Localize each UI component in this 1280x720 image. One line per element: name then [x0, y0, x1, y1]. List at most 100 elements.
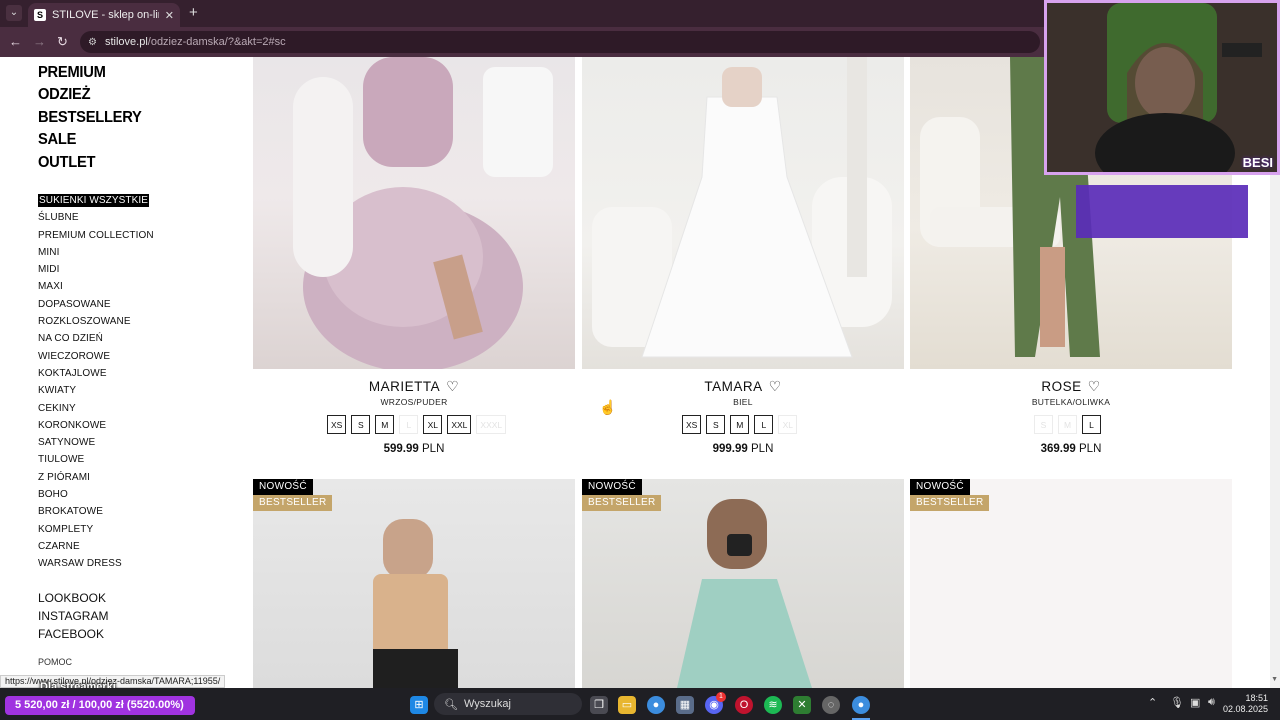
category-item[interactable]: MINI: [38, 244, 154, 261]
category-item[interactable]: WIECZOROWE: [38, 348, 154, 365]
product-color: BIEL: [733, 397, 753, 407]
size-option[interactable]: L: [1082, 415, 1101, 434]
category-item[interactable]: Z PIÓRAMI: [38, 469, 154, 486]
network-icon[interactable]: ▣: [1190, 696, 1200, 709]
category-item[interactable]: PREMIUM COLLECTION: [38, 227, 154, 244]
category-item[interactable]: KWIATY: [38, 382, 154, 399]
sidebar-item-odziez[interactable]: ODZIEŻ: [38, 84, 142, 106]
wishlist-heart-icon[interactable]: ♡: [446, 378, 459, 394]
size-option-unavailable: L: [399, 415, 419, 434]
help-link[interactable]: POMOC: [38, 657, 72, 667]
product-name-text: ROSE: [1041, 379, 1082, 394]
category-item[interactable]: BOHO: [38, 486, 154, 503]
category-item[interactable]: KORONKOWE: [38, 417, 154, 434]
product-name-marietta[interactable]: MARIETTA ♡: [253, 378, 575, 395]
tab-title: STILOVE - sklep on-line: [52, 9, 159, 21]
taskbar-clock[interactable]: 18:51 02.08.2025: [1223, 693, 1268, 715]
category-item[interactable]: KOKTAJLOWE: [38, 365, 154, 382]
price-currency: PLN: [1079, 443, 1102, 455]
windows-start-icon[interactable]: ⊞: [410, 696, 428, 714]
tab-close-icon[interactable]: ✕: [165, 9, 174, 22]
volume-icon[interactable]: 🔊︎: [1208, 696, 1215, 709]
size-option[interactable]: XL: [423, 415, 443, 434]
browser-tab[interactable]: S STILOVE - sklep on-line ✕: [28, 3, 180, 27]
product-name-text: TAMARA: [704, 379, 763, 394]
discord-notification-badge: 1: [716, 692, 726, 702]
size-option[interactable]: XS: [682, 415, 702, 434]
size-option[interactable]: M: [730, 415, 750, 434]
chrome-icon[interactable]: ●: [647, 696, 665, 714]
chrome-active-icon[interactable]: ●: [852, 696, 870, 714]
badge-new: NOWOŚĆ: [253, 479, 313, 495]
product-price: 599.99 PLN: [253, 443, 575, 455]
price-value: 999.99: [712, 443, 748, 455]
badge-new: NOWOŚĆ: [910, 479, 970, 495]
taskbar-search[interactable]: 🔍︎ Wyszukaj: [434, 693, 582, 715]
file-explorer-icon[interactable]: ▭: [618, 696, 636, 714]
size-option[interactable]: XXL: [447, 415, 472, 434]
spotify-icon[interactable]: ≋: [764, 696, 782, 714]
sidebar-item-outlet[interactable]: OUTLET: [38, 152, 142, 174]
search-icon: 🔍︎: [444, 698, 458, 711]
sidebar-main-nav: PREMIUM ODZIEŻ BESTSELLERY SALE OUTLET: [38, 62, 151, 174]
size-option[interactable]: XS: [327, 415, 347, 434]
new-tab-plus-icon[interactable]: +: [189, 5, 198, 21]
product-price: 369.99 PLN: [910, 443, 1232, 455]
clock-time: 18:51: [1245, 693, 1268, 703]
category-item[interactable]: CEKINY: [38, 400, 154, 417]
forward-arrow-icon[interactable]: →: [33, 33, 46, 51]
sidebar-categories: SUKIENKI WSZYSTKIE ŚLUBNE PREMIUM COLLEC…: [38, 192, 154, 573]
size-option-unavailable: S: [1034, 415, 1053, 434]
sidebar-social-links: LOOKBOOK INSTAGRAM FACEBOOK: [38, 590, 108, 643]
category-item[interactable]: SATYNOWE: [38, 434, 154, 451]
scroll-down-arrow-icon[interactable]: ▼: [1271, 676, 1278, 683]
url-field[interactable]: ⚙ stilove.pl/odziez-damska/?&akt=2#sc: [80, 31, 1040, 53]
wishlist-heart-icon[interactable]: ♡: [1088, 378, 1101, 394]
link-facebook[interactable]: FACEBOOK: [38, 626, 108, 644]
category-item[interactable]: DOPASOWANE: [38, 296, 154, 313]
size-option[interactable]: S: [351, 415, 371, 434]
donation-progress-bar: 5 520,00 zł / 100,00 zł (5520.00%): [5, 696, 195, 715]
back-arrow-icon[interactable]: ←: [9, 33, 22, 51]
product-name-text: MARIETTA: [368, 379, 441, 394]
size-selector-rose: S M L: [1034, 415, 1101, 434]
product-price: 999.99 PLN: [582, 443, 904, 455]
link-lookbook[interactable]: LOOKBOOK: [38, 590, 108, 608]
link-instagram[interactable]: INSTAGRAM: [38, 608, 108, 626]
category-item[interactable]: WARSAW DRESS: [38, 555, 154, 572]
product-image-tamara[interactable]: [582, 57, 904, 369]
tab-list-chevron-icon[interactable]: ⌄: [6, 5, 22, 21]
reload-icon[interactable]: ↻: [57, 33, 68, 51]
product-color: WRZOS/PUDER: [380, 397, 448, 407]
category-item[interactable]: MAXI: [38, 278, 154, 295]
sidebar-item-sale[interactable]: SALE: [38, 129, 142, 151]
category-item[interactable]: ŚLUBNE: [38, 209, 154, 226]
category-sukienki-wszystkie[interactable]: SUKIENKI WSZYSTKIE: [38, 194, 150, 207]
category-item[interactable]: ROZKLOSZOWANE: [38, 313, 154, 330]
product-name-rose[interactable]: ROSE ♡: [910, 378, 1232, 395]
product-image-marietta[interactable]: [253, 57, 575, 369]
category-item[interactable]: BROKATOWE: [38, 503, 154, 520]
task-view-icon[interactable]: ❐: [590, 696, 608, 714]
size-option[interactable]: L: [754, 415, 774, 434]
product-name-tamara[interactable]: TAMARA ♡: [582, 378, 904, 395]
category-item[interactable]: TIULOWE: [38, 451, 154, 468]
tray-chevron-icon[interactable]: ⌃: [1148, 696, 1157, 709]
site-info-icon[interactable]: ⚙: [88, 37, 97, 48]
category-item[interactable]: CZARNE: [38, 538, 154, 555]
badge-bestseller: BESTSELLER: [582, 495, 662, 511]
category-item[interactable]: KOMPLETY: [38, 521, 154, 538]
category-item[interactable]: NA CO DZIEŃ: [38, 330, 154, 347]
sidebar-item-bestsellery[interactable]: BESTSELLERY: [38, 107, 142, 129]
size-option[interactable]: S: [706, 415, 726, 434]
app-icon[interactable]: ◌: [822, 696, 840, 714]
price-currency: PLN: [422, 443, 445, 455]
opera-icon[interactable]: O: [735, 696, 753, 714]
calculator-icon[interactable]: ▦: [676, 696, 694, 714]
category-item[interactable]: MIDI: [38, 261, 154, 278]
size-option[interactable]: M: [375, 415, 395, 434]
microphone-icon[interactable]: 🎙︎: [1170, 696, 1184, 709]
excel-like-app-icon[interactable]: ✕: [793, 696, 811, 714]
sidebar-item-premium[interactable]: PREMIUM: [38, 62, 142, 84]
wishlist-heart-icon[interactable]: ♡: [769, 378, 782, 394]
